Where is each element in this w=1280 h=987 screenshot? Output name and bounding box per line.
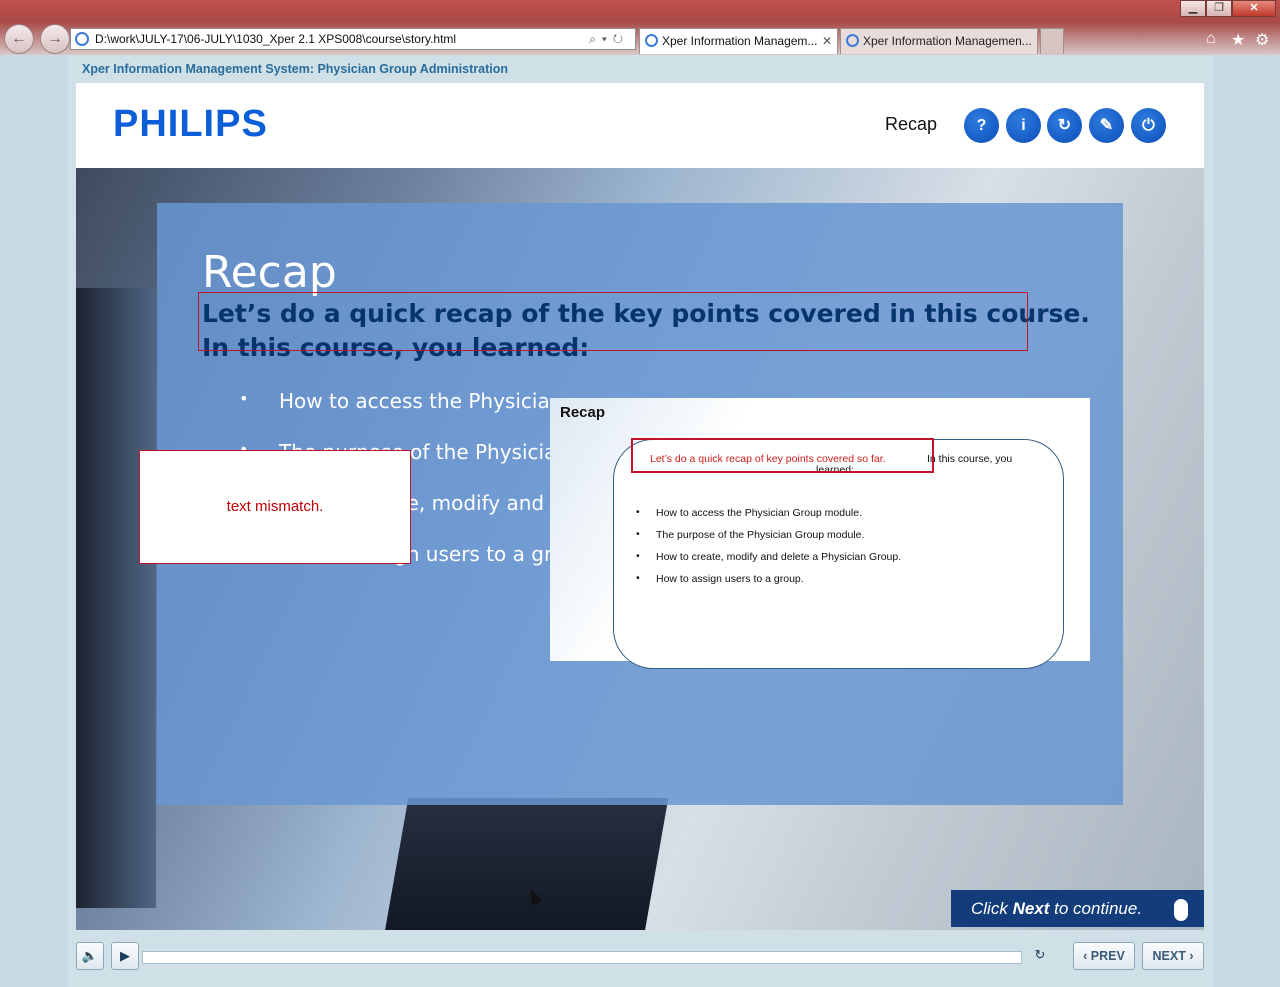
background-monitor [76,288,156,908]
course-header: PHILIPS Recap ? i ↻ ✎ ⏻ [76,83,1204,168]
page-icon [75,32,89,46]
next-chevron-icon: › [1185,949,1194,963]
window-controls: ▁ ❐ ✕ [1180,0,1276,17]
reference-highlight-box [631,438,934,473]
mouse-icon [1174,899,1188,921]
list-item: How to assign users to a group. [636,572,901,595]
tools-gear-icon[interactable]: ⚙ [1255,30,1269,50]
tab-active[interactable]: Xper Information Managem... ✕ [639,28,838,54]
continue-next: Next [1012,899,1050,918]
replay-icon[interactable]: ↻ [1026,942,1054,970]
prev-label: PREV [1090,949,1125,963]
section-label: Recap [885,114,938,134]
search-refresh-icons[interactable]: ⌕▾↻ [589,29,629,49]
list-item: How to access the Physician Group module… [636,506,901,529]
tab-close-icon[interactable]: ✕ [822,29,832,53]
browser-chrome: ▁ ❐ ✕ ← → D:\work\JULY-17\06-JULY\1030_X… [0,0,1280,55]
next-button[interactable]: NEXT › [1142,942,1204,970]
reference-screenshot: Recap Let’s do a quick recap of key poin… [550,398,1090,669]
player-bar: 🔈 ▶ ↻ ‹ PREV NEXT › [76,942,1204,972]
highlight-box [198,292,1028,351]
home-icon[interactable]: ⌂ [1206,30,1216,48]
glossary-button[interactable]: ✎ [1089,108,1124,143]
reference-bullet-list: How to access the Physician Group module… [636,506,901,595]
reference-intro: In this course, you [927,453,1013,465]
continue-prompt: Click Next to continue. [951,890,1204,927]
tab-inactive[interactable]: Xper Information Managemen... [840,28,1038,54]
new-tab-button[interactable] [1040,28,1064,54]
play-button[interactable]: ▶ [111,942,139,970]
tab-label: Xper Information Managemen... [863,34,1032,48]
restore-button[interactable]: ❐ [1206,0,1232,17]
replay-button[interactable]: ↻ [1047,108,1082,143]
info-button[interactable]: i [1006,108,1041,143]
continue-prefix: Click [971,899,1013,918]
favorites-star-icon[interactable]: ★ [1231,30,1245,50]
close-window-button[interactable]: ✕ [1232,0,1276,17]
reference-title: Recap [560,404,606,421]
prev-chevron-icon: ‹ [1083,949,1091,963]
ie-icon [645,34,658,47]
address-bar[interactable]: D:\work\JULY-17\06-JULY\1030_Xper 2.1 XP… [70,28,636,50]
next-label: NEXT [1152,949,1186,963]
ie-icon [846,34,859,47]
continue-suffix: to continue. [1049,899,1143,918]
review-comment-text: text mismatch. [226,498,324,515]
background-keyboard [383,798,669,930]
list-item: How to create, modify and delete a Physi… [636,550,901,573]
slide-title: Recap [202,247,337,298]
reference-content-box: Let’s do a quick recap of key points cov… [613,439,1064,669]
exit-button[interactable]: ⏻ [1131,108,1166,143]
volume-button[interactable]: 🔈 [76,942,104,970]
list-item: The purpose of the Physician Group modul… [636,528,901,551]
philips-logo: PHILIPS [113,103,268,145]
seek-bar[interactable] [142,951,1022,964]
prev-button[interactable]: ‹ PREV [1073,942,1135,970]
help-button[interactable]: ? [964,108,999,143]
review-comment-box: text mismatch. [139,450,411,564]
address-text: D:\work\JULY-17\06-JULY\1030_Xper 2.1 XP… [95,32,457,46]
tab-label: Xper Information Managem... [662,34,818,48]
minimize-button[interactable]: ▁ [1180,0,1206,17]
forward-button[interactable]: → [40,24,70,54]
course-title: Xper Information Management System: Phys… [82,62,508,76]
back-button[interactable]: ← [4,24,34,54]
